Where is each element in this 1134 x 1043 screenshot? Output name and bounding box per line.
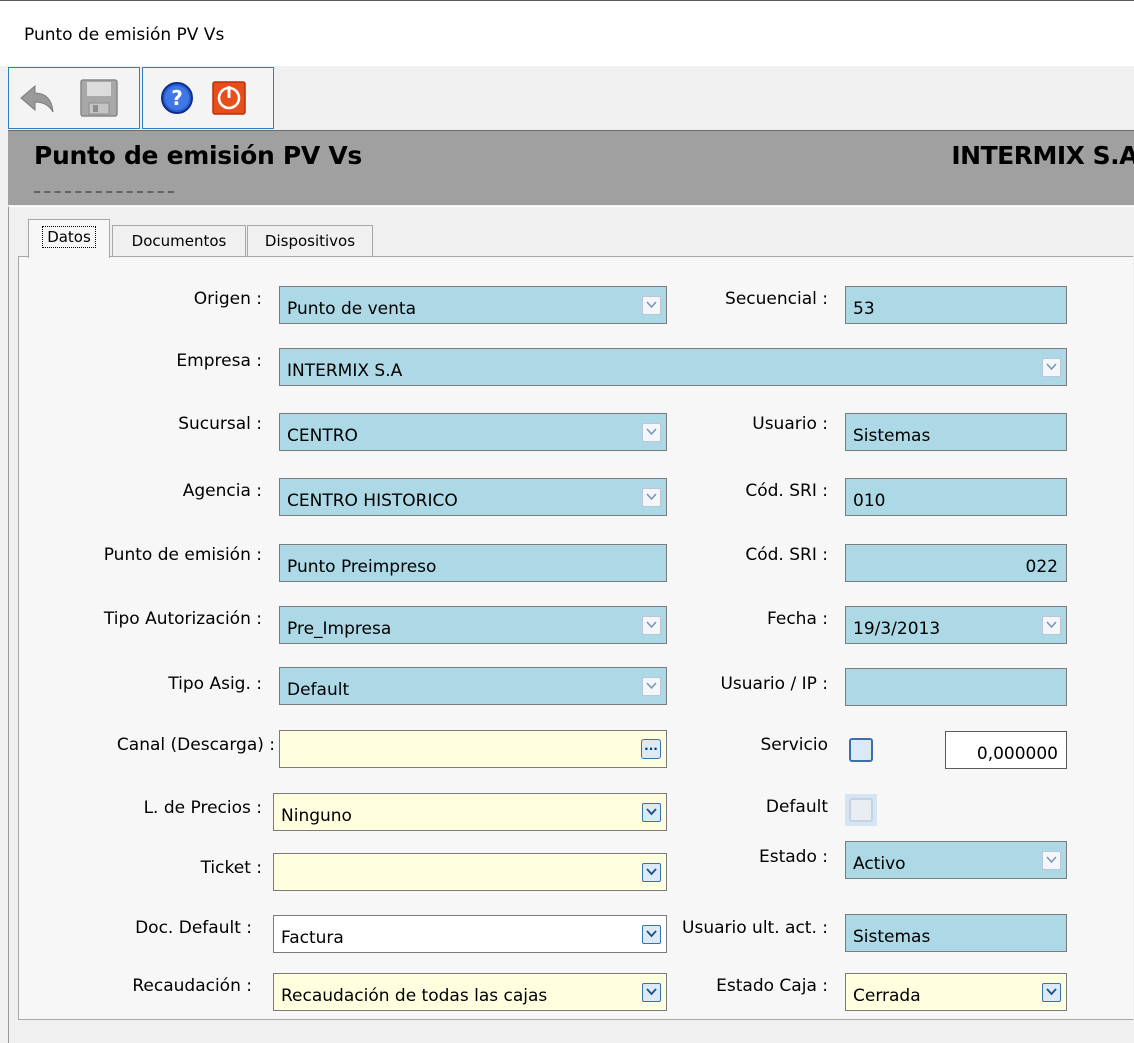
- cod-sri-label: Cód. SRI :: [745, 481, 828, 501]
- punto-emision-field[interactable]: Punto Preimpreso: [279, 544, 667, 582]
- default-checkbox[interactable]: [849, 798, 873, 822]
- chevron-down-icon[interactable]: [642, 677, 661, 696]
- chevron-down-icon[interactable]: [642, 296, 661, 315]
- empresa-label: Empresa :: [176, 351, 262, 371]
- canal-field[interactable]: ...: [279, 730, 667, 768]
- chevron-down-icon[interactable]: [642, 616, 661, 635]
- cod-sri-punto-field[interactable]: 022: [845, 544, 1067, 582]
- estado-label: Estado :: [758, 847, 828, 867]
- ellipsis-button[interactable]: ...: [641, 739, 661, 759]
- undo-arrow-icon: [20, 84, 54, 113]
- sucursal-select[interactable]: CENTRO: [279, 413, 667, 451]
- canal-label: Canal (Descarga) :: [116, 735, 275, 755]
- empresa-select[interactable]: INTERMIX S.A: [279, 348, 1067, 386]
- doc-default-select[interactable]: Factura: [273, 915, 667, 953]
- exit-button[interactable]: [209, 76, 253, 120]
- servicio-checkbox[interactable]: [849, 738, 873, 762]
- usuario-field[interactable]: Sistemas: [845, 413, 1067, 451]
- agencia-select[interactable]: CENTRO HISTORICO: [279, 478, 667, 516]
- tipo-asig-select[interactable]: Default: [279, 667, 667, 705]
- tab-datos[interactable]: Datos: [28, 219, 110, 258]
- chevron-down-icon[interactable]: [642, 863, 661, 882]
- lista-precios-select[interactable]: Ninguno: [273, 793, 667, 831]
- toolbar-group-app: ?: [142, 67, 274, 129]
- punto-emision-label: Punto de emisión :: [103, 545, 262, 565]
- usuario-label: Usuario :: [752, 414, 828, 434]
- recaudacion-label: Recaudación :: [132, 976, 252, 996]
- svg-text:?: ?: [171, 86, 183, 110]
- form-title: Punto de emisión PV Vs: [34, 141, 363, 170]
- chevron-down-icon[interactable]: [1042, 983, 1061, 1002]
- help-button[interactable]: ?: [157, 76, 201, 120]
- estado-caja-select[interactable]: Cerrada: [845, 973, 1067, 1011]
- usuario-ult-act-label: Usuario ult. act. :: [682, 918, 828, 938]
- usuario-ip-field[interactable]: [845, 668, 1067, 706]
- secuencial-label: Secuencial :: [725, 289, 828, 309]
- sucursal-label: Sucursal :: [178, 414, 262, 434]
- origen-select[interactable]: Punto de venta: [279, 286, 667, 324]
- toolbar: ?: [0, 66, 1134, 130]
- estado-select[interactable]: Activo: [845, 841, 1067, 879]
- form-header: Punto de emisión PV Vs INTERMIX S.A: [8, 130, 1134, 205]
- tab-documentos[interactable]: Documentos: [112, 225, 246, 256]
- doc-default-label: Doc. Default :: [135, 918, 252, 938]
- tipo-asig-label: Tipo Asig. :: [168, 674, 262, 694]
- chevron-down-icon[interactable]: [642, 488, 661, 507]
- usuario-ult-act-field[interactable]: Sistemas: [845, 914, 1067, 952]
- lista-precios-label: L. de Precios :: [143, 798, 262, 818]
- agencia-label: Agencia :: [182, 481, 262, 501]
- tab-dispositivos[interactable]: Dispositivos: [247, 225, 373, 256]
- cod-sri-field[interactable]: 010: [845, 478, 1067, 516]
- title-bar: Punto de emisión PV Vs: [0, 0, 1134, 67]
- servicio-label: Servicio: [760, 735, 829, 755]
- chevron-down-icon[interactable]: [1042, 851, 1061, 870]
- ticket-select[interactable]: [273, 853, 667, 891]
- header-divider: [34, 191, 174, 199]
- chevron-down-icon[interactable]: [642, 423, 661, 442]
- company-name: INTERMIX S.A: [951, 141, 1134, 170]
- default-label: Default: [765, 797, 828, 817]
- chevron-down-icon[interactable]: [642, 983, 661, 1002]
- chevron-down-icon[interactable]: [1042, 358, 1061, 377]
- tipo-autorizacion-label: Tipo Autorización :: [103, 609, 262, 629]
- question-mark-icon: ?: [161, 82, 193, 114]
- fecha-label: Fecha :: [767, 609, 828, 629]
- default-checkbox-wrap: [845, 794, 877, 826]
- toolbar-group-edit: [8, 67, 140, 129]
- floppy-disk-icon: [80, 79, 118, 117]
- power-off-icon: [212, 81, 246, 115]
- estado-caja-label: Estado Caja :: [716, 976, 828, 996]
- fecha-picker[interactable]: 19/3/2013: [845, 606, 1067, 644]
- tipo-autorizacion-select[interactable]: Pre_Impresa: [279, 606, 667, 644]
- chevron-down-icon[interactable]: [642, 803, 661, 822]
- servicio-amount-field[interactable]: 0,000000: [945, 731, 1067, 769]
- undo-button[interactable]: [15, 76, 59, 120]
- window-title: Punto de emisión PV Vs: [24, 25, 225, 45]
- save-button[interactable]: [77, 76, 121, 120]
- cod-sri-punto-label: Cód. SRI :: [745, 545, 828, 565]
- secuencial-field[interactable]: 53: [845, 286, 1067, 324]
- origen-label: Origen :: [193, 289, 262, 309]
- usuario-ip-label: Usuario / IP :: [720, 674, 828, 694]
- ticket-label: Ticket :: [200, 858, 262, 878]
- chevron-down-icon[interactable]: [1042, 616, 1061, 635]
- recaudacion-select[interactable]: Recaudación de todas las cajas: [273, 973, 667, 1011]
